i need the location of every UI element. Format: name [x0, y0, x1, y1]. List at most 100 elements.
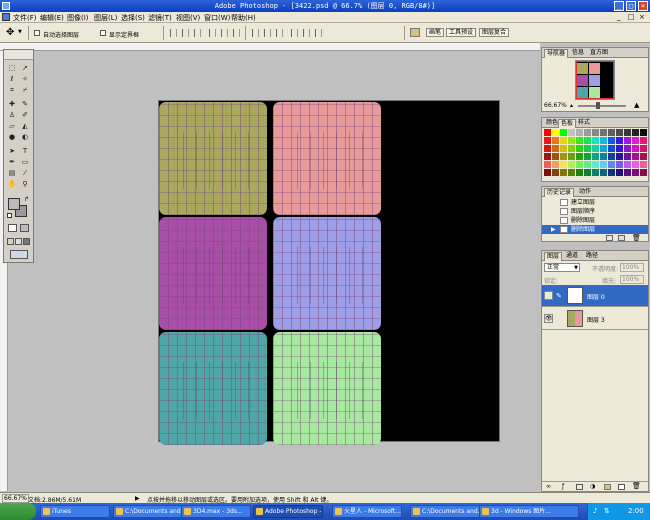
- move-tool-icon[interactable]: ➚: [20, 64, 30, 73]
- distribute-hcenter-icon[interactable]: [303, 29, 310, 37]
- taskbar-task[interactable]: iTunes: [40, 505, 110, 518]
- color-swatch[interactable]: [608, 161, 615, 168]
- taskbar-task[interactable]: Adobe Photoshop -...: [253, 505, 323, 518]
- distribute-vcenter-icon[interactable]: [264, 29, 271, 37]
- color-swatch[interactable]: [568, 153, 575, 160]
- notes-tool-icon[interactable]: ▤: [7, 169, 17, 178]
- color-swatch[interactable]: [584, 129, 591, 136]
- color-swatch[interactable]: [632, 153, 639, 160]
- tool-preset-dropdown-icon[interactable]: ▼: [18, 29, 22, 35]
- color-swatch[interactable]: [624, 137, 631, 144]
- move-tool-preset-icon[interactable]: ✥: [6, 27, 14, 38]
- tab-channels[interactable]: 通道: [564, 252, 580, 261]
- workspace-tab-brushes[interactable]: 画笔: [426, 28, 445, 37]
- distribute-top-icon[interactable]: [252, 29, 259, 37]
- distribute-right-icon[interactable]: [315, 29, 322, 37]
- quick-mask-mode-icon[interactable]: [20, 224, 29, 232]
- clock[interactable]: 2:00: [628, 507, 644, 515]
- layer-row-selected[interactable]: ✎ 图层 0: [542, 285, 648, 307]
- color-swatch[interactable]: [568, 161, 575, 168]
- color-swatch[interactable]: [544, 137, 551, 144]
- color-swatch[interactable]: [600, 129, 607, 136]
- eye-icon[interactable]: 👁: [544, 314, 553, 323]
- navigator-view-box[interactable]: [576, 61, 614, 99]
- color-swatch[interactable]: [616, 145, 623, 152]
- color-swatch[interactable]: [568, 129, 575, 136]
- color-swatch[interactable]: [544, 169, 551, 176]
- color-swatch[interactable]: [624, 169, 631, 176]
- zoom-slider-handle[interactable]: [596, 102, 600, 109]
- maximize-button[interactable]: □: [626, 1, 636, 11]
- lasso-tool-icon[interactable]: ℓ: [7, 75, 17, 84]
- history-delete-icon[interactable]: 🗑: [632, 234, 641, 242]
- color-swatch[interactable]: [624, 145, 631, 152]
- color-swatch[interactable]: [616, 153, 623, 160]
- color-swatch[interactable]: [632, 161, 639, 168]
- layer-mask-icon[interactable]: [576, 484, 583, 490]
- history-new-snapshot-icon[interactable]: [618, 235, 625, 241]
- color-swatch[interactable]: [608, 129, 615, 136]
- file-browser-icon[interactable]: [410, 28, 420, 37]
- color-swatch[interactable]: [616, 129, 623, 136]
- history-item-selected[interactable]: ▶ 删除图层: [542, 225, 648, 234]
- screen-mode-menubar-icon[interactable]: [15, 238, 22, 245]
- status-arrow-icon[interactable]: ▶: [135, 495, 140, 502]
- pen-tool-icon[interactable]: ✒: [7, 158, 17, 167]
- tab-histogram[interactable]: 直方图: [588, 49, 610, 58]
- new-group-icon[interactable]: [604, 484, 611, 490]
- color-swatch[interactable]: [560, 137, 567, 144]
- color-swatch[interactable]: [640, 137, 647, 144]
- menu-edit[interactable]: 编辑(E): [40, 13, 64, 23]
- tab-navigator[interactable]: 导航器: [544, 49, 569, 58]
- tab-layers[interactable]: 图层: [544, 252, 563, 261]
- color-swatch[interactable]: [568, 145, 575, 152]
- clone-stamp-tool-icon[interactable]: ♙: [7, 111, 17, 120]
- history-item[interactable]: 建立图层: [542, 198, 648, 207]
- show-bounds-checkbox[interactable]: [100, 30, 106, 36]
- auto-select-layer-checkbox[interactable]: [34, 30, 40, 36]
- menu-window[interactable]: 窗口(W): [204, 13, 230, 23]
- horizontal-ruler[interactable]: [0, 43, 540, 51]
- taskbar-task[interactable]: 3d - Windows 图片...: [479, 505, 579, 518]
- history-new-document-icon[interactable]: [606, 235, 613, 241]
- color-swatch[interactable]: [592, 153, 599, 160]
- color-swatch[interactable]: [544, 161, 551, 168]
- healing-brush-tool-icon[interactable]: ✚: [7, 100, 17, 109]
- color-swatch[interactable]: [560, 145, 567, 152]
- color-swatch[interactable]: [624, 129, 631, 136]
- screen-mode-standard-icon[interactable]: [7, 238, 14, 245]
- tab-paths[interactable]: 路径: [584, 252, 600, 261]
- color-swatch[interactable]: [576, 169, 583, 176]
- doc-restore-button[interactable]: □: [628, 13, 635, 21]
- color-swatch[interactable]: [600, 153, 607, 160]
- menu-help[interactable]: 帮助(H): [231, 13, 256, 23]
- color-swatch[interactable]: [608, 145, 615, 152]
- minimize-button[interactable]: _: [614, 1, 624, 11]
- color-swatch[interactable]: [640, 169, 647, 176]
- eyedropper-tool-icon[interactable]: ⁄: [20, 169, 30, 178]
- distribute-left-icon[interactable]: [291, 29, 298, 37]
- color-swatch[interactable]: [544, 129, 551, 136]
- workspace-tab-tool-presets[interactable]: 工具预设: [446, 28, 477, 37]
- layer-visibility-toggle[interactable]: [544, 291, 553, 300]
- color-swatch[interactable]: [616, 169, 623, 176]
- swatch-grid[interactable]: [544, 129, 647, 181]
- color-swatch[interactable]: [608, 137, 615, 144]
- color-swatch[interactable]: [640, 161, 647, 168]
- distribute-bottom-icon[interactable]: [276, 29, 283, 37]
- magic-wand-tool-icon[interactable]: ✧: [20, 75, 30, 84]
- color-swatch[interactable]: [584, 169, 591, 176]
- tab-history[interactable]: 历史记录: [544, 188, 575, 197]
- document-canvas[interactable]: [158, 100, 500, 445]
- slice-tool-icon[interactable]: ⌿: [20, 86, 30, 95]
- menu-file[interactable]: 文件(F): [13, 13, 37, 23]
- color-swatch[interactable]: [560, 153, 567, 160]
- align-top-icon[interactable]: [170, 29, 177, 37]
- color-swatch[interactable]: [544, 145, 551, 152]
- color-swatch[interactable]: [640, 145, 647, 152]
- align-vcenter-icon[interactable]: [182, 29, 189, 37]
- doc-minimize-button[interactable]: _: [617, 13, 621, 21]
- color-swatch[interactable]: [544, 153, 551, 160]
- menu-filter[interactable]: 滤镜(T): [148, 13, 172, 23]
- menu-image[interactable]: 图像(I): [67, 13, 89, 23]
